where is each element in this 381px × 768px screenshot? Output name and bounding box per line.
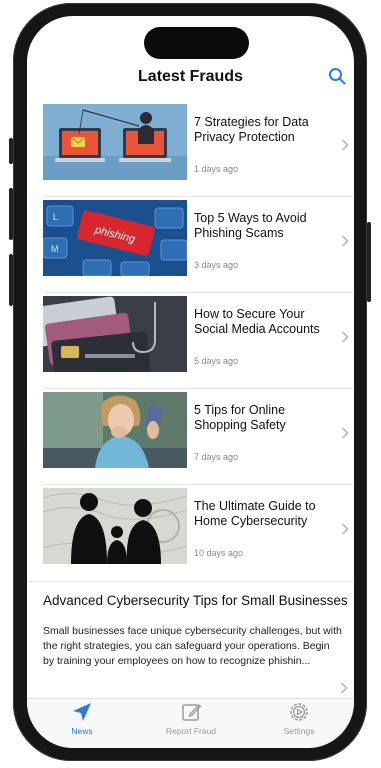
article-date: 5 days ago: [194, 356, 239, 366]
chevron-right-icon[interactable]: [340, 682, 348, 694]
tab-label: Settings: [283, 726, 315, 736]
paper-plane-icon: [73, 703, 91, 721]
article-date: 7 days ago: [194, 452, 239, 462]
svg-text:M: M: [51, 244, 59, 254]
list-item[interactable]: How to Secure Your Social Media Accounts…: [43, 292, 354, 388]
side-button-power: [367, 222, 371, 302]
article-date: 1 days ago: [194, 164, 239, 174]
edit-icon: [182, 704, 202, 721]
chevron-right-icon: [341, 523, 349, 535]
list-item[interactable]: phishing L M Top 5 Ways to Avoid Phishin…: [43, 196, 354, 292]
list-item[interactable]: 7 Strategies for Data Privacy Protection…: [43, 101, 354, 196]
article-title: Top 5 Ways to Avoid Phishing Scams: [194, 211, 307, 240]
phishing-keyboard-key-image: phishing L M: [43, 200, 187, 276]
list-item[interactable]: 5 Tips for Online Shopping Safety 7 days…: [43, 388, 354, 484]
tab-label: Report Fraud: [165, 726, 217, 736]
hacker-fishing-laptop-image: [43, 104, 187, 180]
svg-text:L: L: [53, 212, 58, 222]
article-date: 3 days ago: [194, 260, 239, 270]
search-icon[interactable]: [328, 67, 346, 85]
credit-cards-hook-image: [43, 296, 187, 372]
featured-title[interactable]: Advanced Cybersecurity Tips for Small Bu…: [43, 593, 348, 608]
family-silhouette-money-image: [43, 488, 187, 564]
chevron-right-icon: [341, 331, 349, 343]
side-button-volume-up: [9, 188, 13, 240]
featured-body: Small businesses face unique cybersecuri…: [43, 625, 342, 667]
tab-label: News: [71, 726, 93, 736]
tab-settings[interactable]: Settings: [254, 701, 344, 736]
tab-report-fraud[interactable]: Report Fraud: [146, 701, 236, 736]
chevron-right-icon: [341, 235, 349, 247]
article-title: 5 Tips for Online Shopping Safety: [194, 403, 286, 432]
list-item[interactable]: The Ultimate Guide to Home Cybersecurity…: [43, 484, 354, 580]
chevron-right-icon: [341, 427, 349, 439]
tab-bar: News Report Fraud Settings: [27, 698, 354, 748]
page-title: Latest Frauds: [138, 68, 243, 85]
chevron-right-icon: [341, 139, 349, 151]
tab-news[interactable]: News: [37, 701, 127, 736]
article-title: The Ultimate Guide to Home Cybersecurity: [194, 499, 316, 528]
app-screen: Latest Frauds 7 Strategies for Data Priv…: [27, 16, 354, 748]
article-list: 7 Strategies for Data Privacy Protection…: [43, 101, 354, 580]
article-title: How to Secure Your Social Media Accounts: [194, 307, 320, 336]
worried-woman-card-image: [43, 392, 187, 468]
side-button-volume-down: [9, 254, 13, 306]
divider: [27, 581, 354, 582]
gear-icon: [290, 703, 308, 721]
article-date: 10 days ago: [194, 548, 244, 558]
side-button-mute: [9, 138, 13, 164]
article-title: 7 Strategies for Data Privacy Protection: [194, 115, 309, 144]
dynamic-island: [144, 27, 249, 59]
